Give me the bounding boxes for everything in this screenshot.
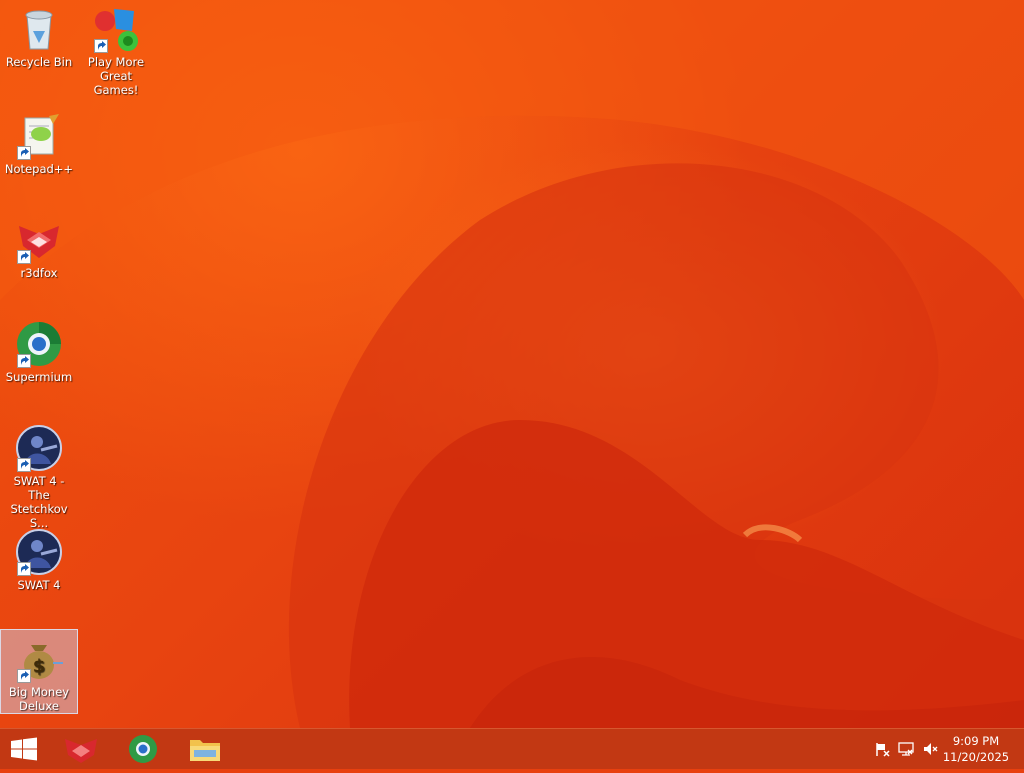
taskbar: 9:09 PM 11/20/2025: [0, 728, 1024, 769]
shortcut-arrow-icon: [17, 562, 31, 576]
taskbar-file-explorer[interactable]: [180, 729, 230, 769]
desktop-icon-r3dfox[interactable]: r3dfox: [1, 216, 77, 280]
network-icon[interactable]: [898, 741, 914, 757]
file-explorer-icon: [190, 740, 220, 761]
big-money-deluxe-icon: $: [15, 635, 83, 683]
supermium-icon: [15, 320, 63, 368]
desktop-icon-play-more-games[interactable]: Play More Great Games!: [78, 5, 154, 97]
clock-time: 9:09 PM: [952, 734, 1000, 748]
shortcut-arrow-icon: [17, 250, 31, 264]
svg-text:$: $: [33, 656, 46, 677]
r3dfox-icon: [65, 739, 97, 763]
games-icon: [92, 5, 140, 53]
shortcut-arrow-icon: [17, 354, 31, 368]
windows-start-icon: [11, 737, 37, 761]
desktop-icon-supermium[interactable]: Supermium: [1, 320, 77, 384]
shortcut-arrow-icon: [94, 39, 108, 53]
shortcut-arrow-icon: [17, 458, 31, 472]
taskbar-r3dfox[interactable]: [56, 729, 106, 769]
desktop-icon-notepad-plus-plus[interactable]: Notepad++: [1, 112, 77, 176]
action-center-flag-icon[interactable]: [874, 741, 890, 757]
desktop-icon-big-money-deluxe[interactable]: $ Big Money Deluxe: [0, 629, 83, 714]
desktop-icon-swat4[interactable]: SWAT 4: [1, 528, 77, 592]
swat4-stetchkov-icon: [15, 424, 63, 472]
notepad-plus-plus-icon: [15, 112, 63, 160]
taskbar-clock[interactable]: 9:09 PM 11/20/2025: [934, 733, 1018, 765]
r3dfox-icon: [15, 216, 63, 264]
supermium-icon: [129, 735, 157, 763]
start-button[interactable]: [0, 729, 48, 769]
recycle-bin-icon: [15, 5, 63, 53]
shortcut-arrow-icon: [17, 669, 31, 683]
desktop-icon-swat4-stetchkov[interactable]: SWAT 4 - The Stetchkov S...: [1, 424, 77, 530]
desktop-wallpaper: [0, 0, 1024, 728]
shortcut-arrow-icon: [17, 146, 31, 160]
taskbar-supermium[interactable]: [118, 729, 168, 769]
clock-date: 11/20/2025: [942, 750, 1010, 764]
swat4-icon: [15, 528, 63, 576]
desktop-icon-recycle-bin[interactable]: Recycle Bin: [1, 5, 77, 69]
